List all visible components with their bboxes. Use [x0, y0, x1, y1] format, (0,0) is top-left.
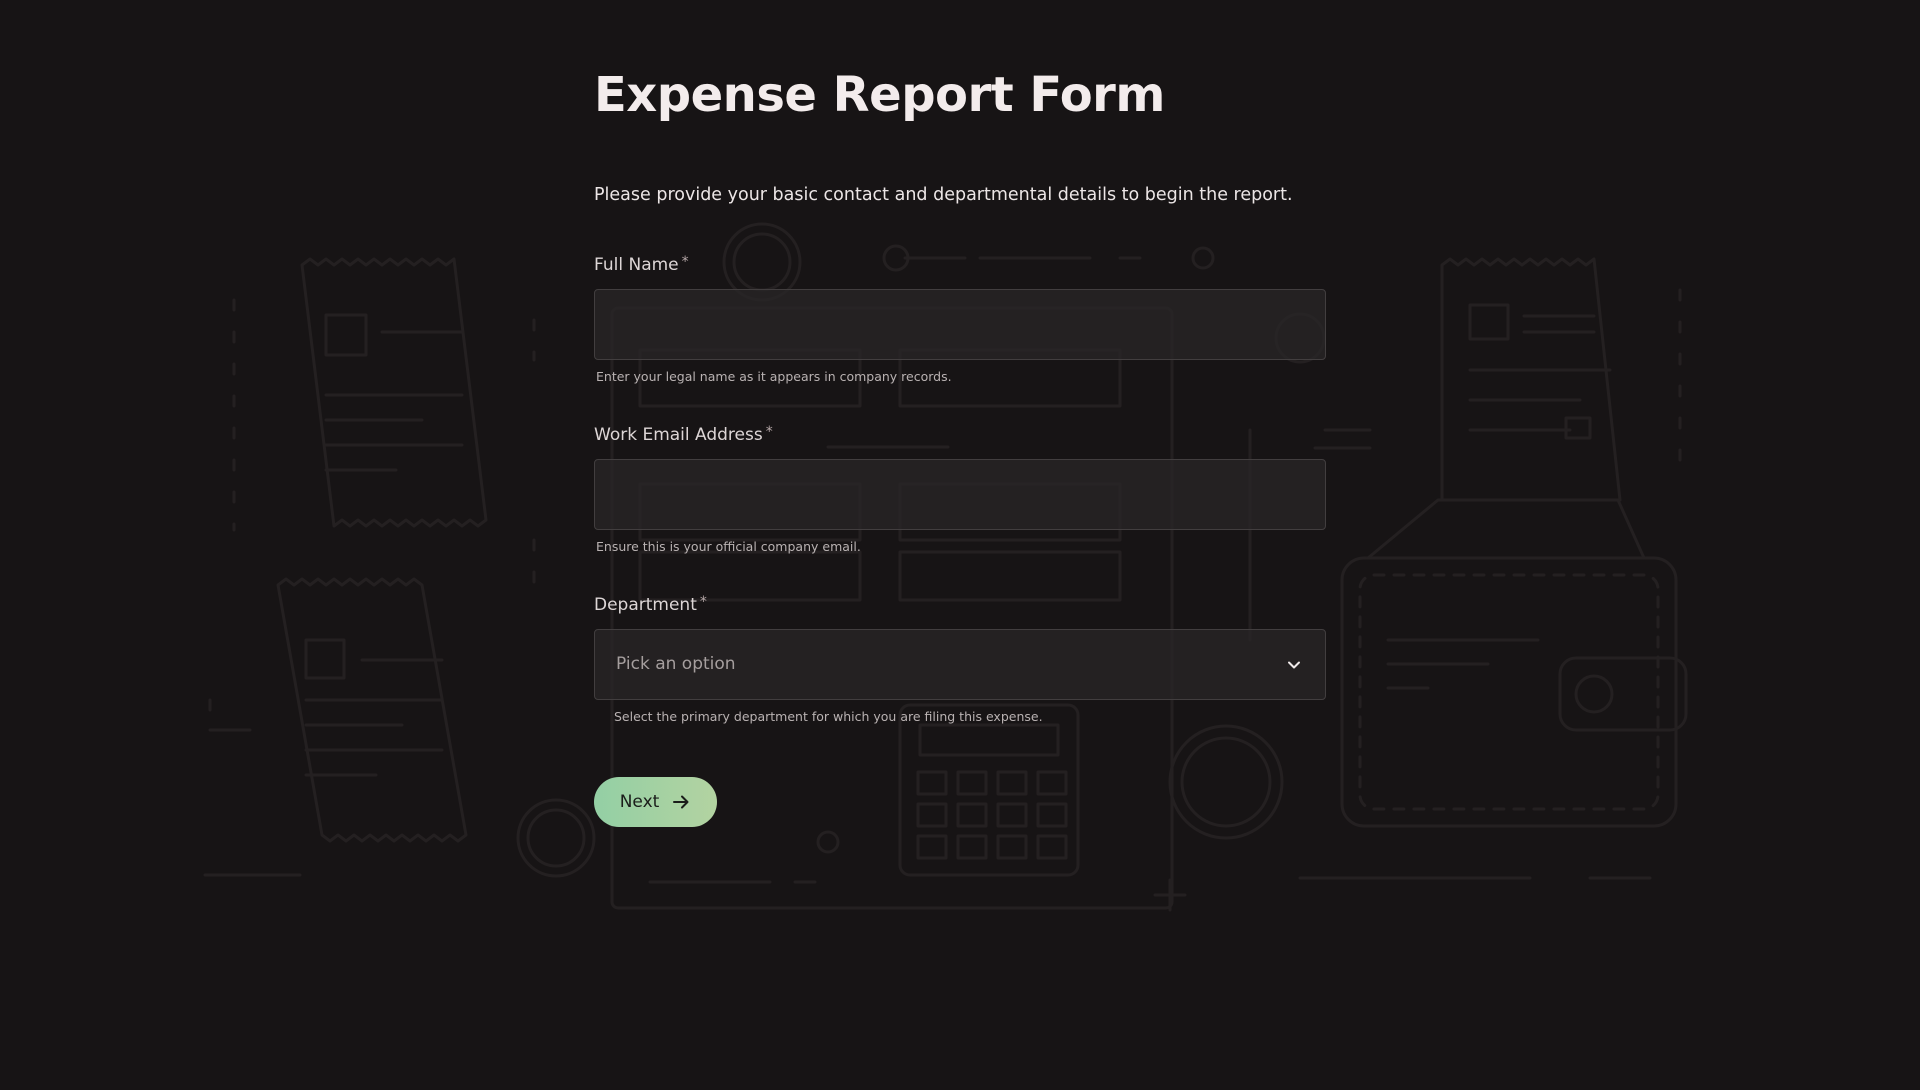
work-email-input[interactable] — [594, 459, 1326, 530]
work-email-label: Work Email Address — [594, 425, 763, 445]
department-helper: Select the primary department for which … — [614, 709, 1043, 724]
expense-report-page: Expense Report Form Please provide your … — [0, 0, 1920, 1090]
full-name-input[interactable] — [594, 289, 1326, 360]
department-label: Department — [594, 595, 697, 615]
department-label-row: Department * — [594, 594, 1326, 615]
department-field: Department * Pick an option Select the pr… — [594, 594, 1326, 724]
arrow-right-icon — [673, 795, 689, 809]
chevron-down-icon — [1288, 661, 1300, 669]
department-selected-value: Pick an option — [616, 654, 736, 674]
next-button-label: Next — [619, 792, 660, 812]
full-name-label-row: Full Name * — [594, 254, 1326, 275]
full-name-field: Full Name * Enter your legal name as it a… — [594, 254, 1326, 384]
work-email-helper: Ensure this is your official company ema… — [596, 539, 861, 554]
required-asterisk: * — [681, 254, 689, 270]
work-email-field: Work Email Address * Ensure this is your … — [594, 424, 1326, 554]
required-asterisk: * — [765, 424, 773, 440]
page-title: Expense Report Form — [594, 67, 1165, 123]
required-asterisk: * — [699, 594, 707, 610]
work-email-label-row: Work Email Address * — [594, 424, 1326, 445]
department-select[interactable]: Pick an option — [594, 629, 1326, 700]
form-intro: Please provide your basic contact and de… — [594, 185, 1293, 205]
full-name-helper: Enter your legal name as it appears in c… — [596, 369, 952, 384]
expense-form: Expense Report Form Please provide your … — [594, 60, 1326, 827]
next-button[interactable]: Next — [594, 777, 717, 827]
full-name-label: Full Name — [594, 255, 679, 275]
